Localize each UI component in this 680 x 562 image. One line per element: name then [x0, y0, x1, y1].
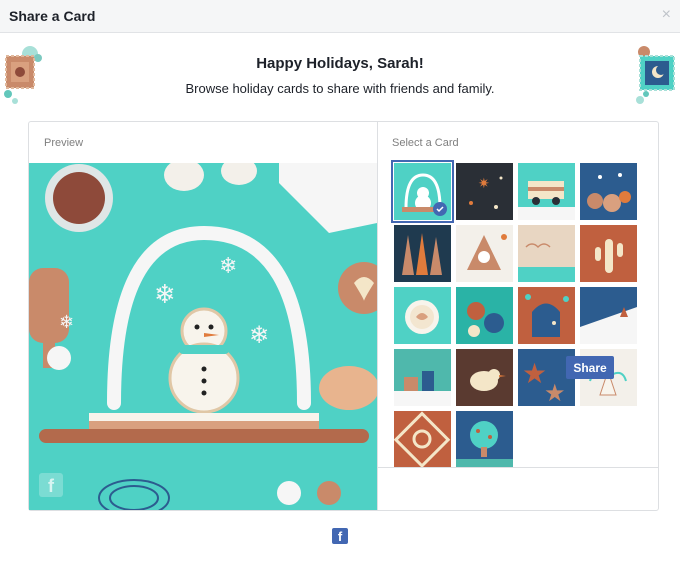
facebook-watermark-icon: f [39, 473, 63, 497]
dialog-titlebar: Share a Card × [0, 0, 680, 33]
select-card-label: Select a Card [392, 137, 459, 149]
card-starry-night[interactable]: ✷ [456, 163, 513, 220]
card-snowy-hill[interactable] [580, 287, 637, 344]
card-panel: Preview Select a Card ❄ ❄ ❄ ❄ f ✷ ★ ★ [28, 121, 659, 511]
card-preview-image: ❄ ❄ ❄ ❄ f [29, 163, 377, 510]
dialog-title: Share a Card [9, 8, 96, 24]
card-latte[interactable] [394, 287, 451, 344]
card-arch-door[interactable] [518, 287, 575, 344]
card-cactus[interactable] [580, 225, 637, 282]
page-subtitle: Browse holiday cards to share with frien… [185, 81, 495, 96]
svg-text:❄: ❄ [249, 321, 269, 349]
page-title: Happy Holidays, Sarah! [256, 55, 424, 72]
card-snow-globe[interactable] [391, 160, 454, 223]
svg-text:❄: ❄ [219, 254, 237, 279]
card-bird[interactable] [456, 349, 513, 406]
card-gingerbread[interactable] [456, 225, 513, 282]
panel-divider [377, 122, 378, 510]
card-blue-tree[interactable] [456, 411, 513, 468]
card-blue-sweets[interactable] [580, 163, 637, 220]
card-village[interactable] [394, 349, 451, 406]
card-forest-pattern[interactable] [394, 225, 451, 282]
svg-text:★: ★ [544, 379, 566, 406]
svg-text:❄: ❄ [154, 280, 176, 310]
card-knot-pattern[interactable] [394, 411, 451, 468]
svg-text:❄: ❄ [59, 312, 74, 333]
panel-footer-divider [378, 467, 658, 468]
share-button[interactable]: Share [566, 356, 614, 379]
facebook-icon[interactable]: f [332, 528, 348, 544]
preview-label: Preview [44, 137, 84, 149]
close-icon[interactable]: × [662, 6, 671, 24]
card-beige-landscape[interactable] [518, 225, 575, 282]
stamp-decoration-right [636, 46, 675, 104]
svg-text:✷: ✷ [478, 176, 490, 192]
stamp-decoration-left [4, 46, 42, 104]
card-ornaments[interactable] [456, 287, 513, 344]
card-camper-van[interactable] [518, 163, 575, 220]
